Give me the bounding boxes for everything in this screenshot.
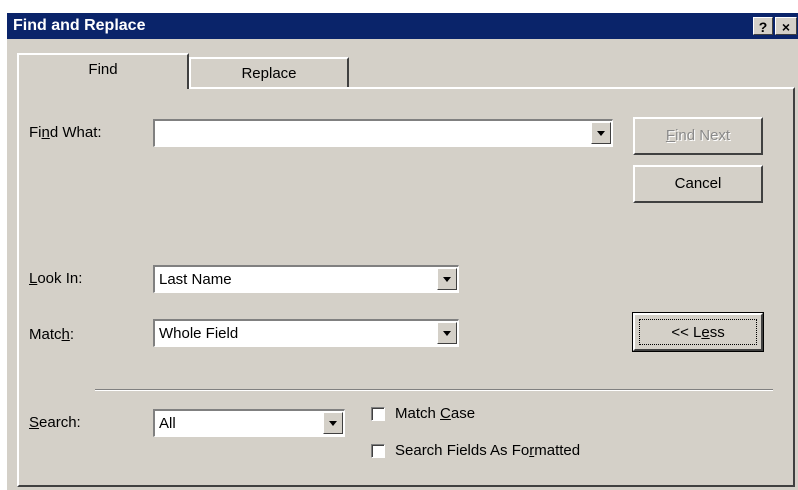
- match-value: Whole Field: [159, 325, 239, 342]
- tab-replace[interactable]: Replace: [189, 57, 349, 89]
- search-value: All: [159, 415, 176, 432]
- help-button[interactable]: ?: [753, 17, 773, 35]
- look-in-label: Look In:: [29, 270, 83, 287]
- title-bar[interactable]: Find and Replace ? ×: [7, 13, 798, 39]
- search-dropdown-arrow-icon[interactable]: [323, 412, 343, 434]
- search-fields-as-formatted-label[interactable]: Search Fields As Formatted: [395, 442, 580, 459]
- find-what-label: Find What:: [29, 124, 102, 141]
- less-button-focus-rect: << Less: [639, 319, 757, 345]
- look-in-combobox[interactable]: Last Name: [153, 265, 459, 293]
- tab-find[interactable]: Find: [17, 53, 189, 89]
- tab-replace-label: Replace: [241, 65, 297, 82]
- find-what-dropdown-arrow-icon[interactable]: [591, 122, 611, 144]
- find-what-combobox[interactable]: [153, 119, 613, 147]
- window-title: Find and Replace: [13, 17, 146, 34]
- match-combobox[interactable]: Whole Field: [153, 319, 459, 347]
- search-label: Search:: [29, 414, 81, 431]
- separator-line: [95, 389, 773, 391]
- find-next-button[interactable]: Find Next: [633, 117, 763, 155]
- search-fields-as-formatted-checkbox[interactable]: [371, 444, 385, 458]
- close-button[interactable]: ×: [775, 17, 797, 35]
- look-in-value: Last Name: [159, 271, 232, 288]
- match-dropdown-arrow-icon[interactable]: [437, 322, 457, 344]
- look-in-dropdown-arrow-icon[interactable]: [437, 268, 457, 290]
- match-label: Match:: [29, 326, 75, 343]
- find-replace-dialog: Find and Replace ? × Find Replace Find W…: [6, 12, 798, 490]
- match-case-label[interactable]: Match Case: [395, 405, 475, 422]
- tab-join: [19, 85, 187, 91]
- cancel-button[interactable]: Cancel: [633, 165, 763, 203]
- tab-find-label: Find: [88, 61, 118, 78]
- less-button[interactable]: << Less: [632, 312, 764, 352]
- search-combobox[interactable]: All: [153, 409, 345, 437]
- match-case-checkbox[interactable]: [371, 407, 385, 421]
